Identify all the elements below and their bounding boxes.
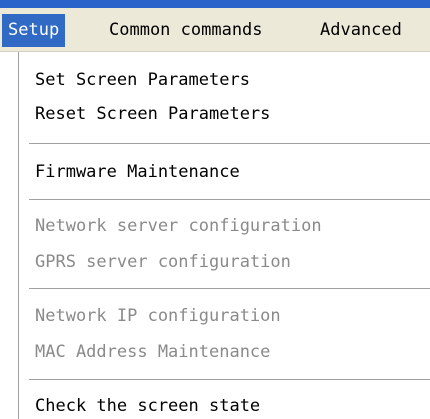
menu-item-firmware-maintenance[interactable]: Firmware Maintenance [19, 155, 430, 189]
menu-common-commands[interactable]: Common commands [103, 14, 269, 47]
menu-setup[interactable]: Setup [2, 14, 66, 47]
menu-bar: Setup Common commands Advanced [0, 8, 430, 52]
menu-item-gprs-server-configuration: GPRS server configuration [35, 252, 291, 272]
menu-separator [29, 199, 430, 201]
window-title-strip [0, 0, 430, 8]
menu-item-set-screen-parameters[interactable]: Set Screen Parameters [19, 63, 430, 97]
setup-dropdown-menu: Set Screen Parameters Reset Screen Param… [18, 52, 430, 419]
menu-item-reset-screen-parameters[interactable]: Reset Screen Parameters [19, 97, 430, 131]
menu-separator [29, 143, 430, 145]
menu-separator [29, 379, 430, 381]
menu-item-network-server-configuration: Network server configuration [35, 216, 322, 236]
menu-advanced[interactable]: Advanced [314, 14, 408, 47]
menu-item-mac-address-maintenance: MAC Address Maintenance [35, 342, 271, 362]
menu-separator [29, 288, 430, 290]
menu-item-network-ip-configuration: Network IP configuration [35, 306, 281, 326]
menu-item-check-screen-state[interactable]: Check the screen state [19, 389, 430, 419]
